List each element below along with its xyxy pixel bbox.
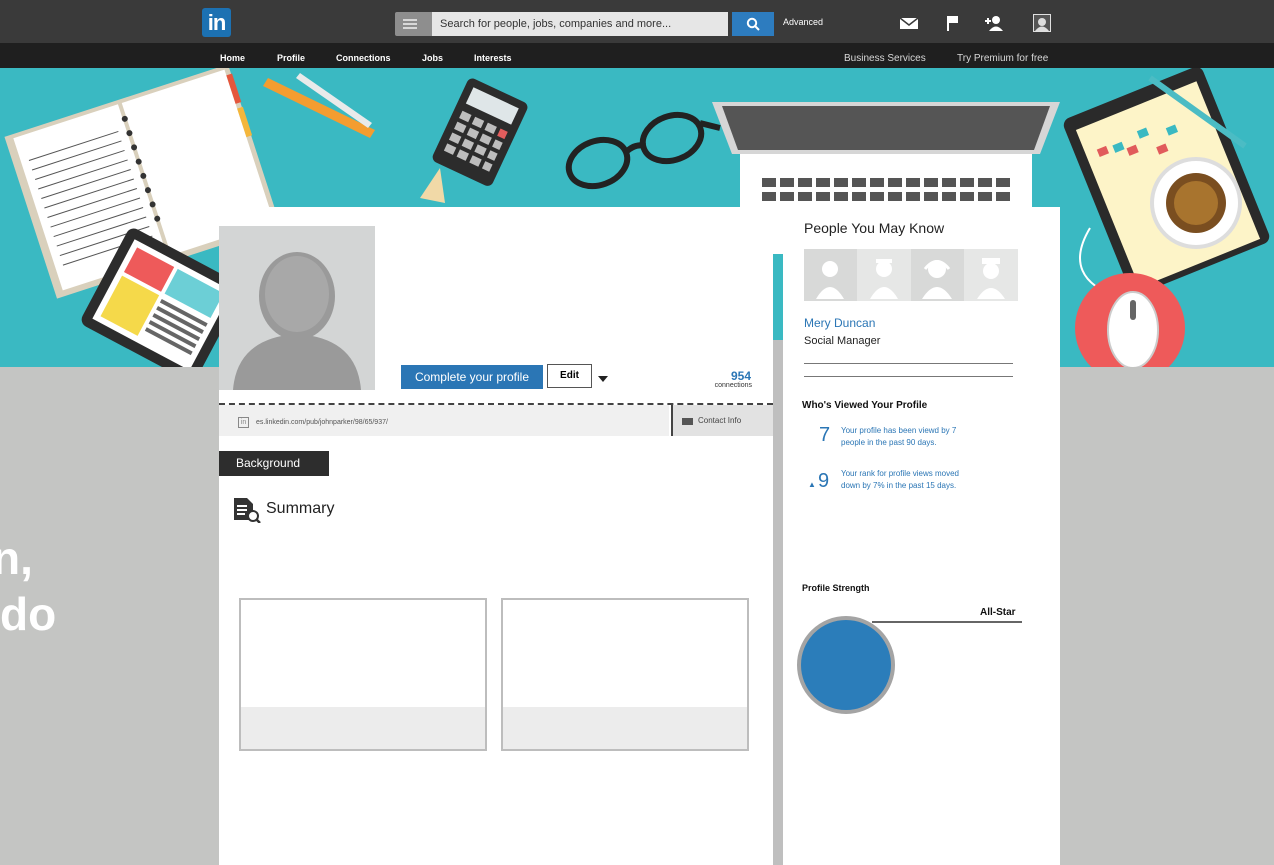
column-divider xyxy=(773,340,783,865)
add-connection-icon[interactable] xyxy=(984,14,1004,32)
rank-views-line-2: down by 7% in the past 15 days. xyxy=(841,481,957,490)
linkedin-small-icon: in xyxy=(238,417,249,428)
summary-heading: Summary xyxy=(266,500,335,517)
complete-profile-button[interactable]: Complete your profile xyxy=(401,365,543,389)
advanced-search-link[interactable]: Advanced xyxy=(783,17,823,27)
rank-views-count[interactable]: 9 xyxy=(818,470,829,493)
people-avatars xyxy=(804,249,1018,301)
contact-info-label[interactable]: Contact Info xyxy=(698,416,741,425)
document-search-icon xyxy=(234,498,261,523)
suggested-person-name[interactable]: Mery Duncan xyxy=(804,316,875,330)
nav-item-profile[interactable]: Profile xyxy=(277,53,305,63)
media-placeholder-card[interactable] xyxy=(239,598,487,751)
rank-views-line-1: Your rank for profile views moved xyxy=(841,469,959,478)
overlay-line-1: n, xyxy=(0,532,33,584)
linkedin-logo[interactable]: in xyxy=(202,8,231,37)
nav-item-jobs[interactable]: Jobs xyxy=(422,53,443,63)
profile-views-line-2: people in the past 90 days. xyxy=(841,438,937,447)
nav-business-services[interactable]: Business Services xyxy=(844,53,926,64)
sidebar-card xyxy=(783,207,1060,865)
nav-item-connections[interactable]: Connections xyxy=(336,53,391,63)
glasses-illustration xyxy=(565,111,721,190)
cropped-overlay-text: n, do xyxy=(0,530,56,642)
overlay-line-2: do xyxy=(0,588,57,640)
connections-label: connections xyxy=(714,382,752,389)
profile-strength-heading: Profile Strength xyxy=(802,583,870,593)
coffee-cup-illustration xyxy=(1150,157,1242,249)
rank-up-arrow-icon: ▲ xyxy=(808,480,816,489)
rank-views-text[interactable]: Your rank for profile views moved down b… xyxy=(841,468,981,492)
avatar-icon xyxy=(233,252,361,390)
divider-line xyxy=(804,376,1013,377)
people-you-may-know-heading: People You May Know xyxy=(804,220,945,236)
whos-viewed-heading: Who's Viewed Your Profile xyxy=(802,400,928,411)
chevron-down-icon[interactable] xyxy=(598,376,608,382)
search-icon xyxy=(746,17,760,31)
calculator-illustration xyxy=(432,78,528,186)
folder-icon xyxy=(682,418,693,425)
strength-pointer-line xyxy=(872,621,1022,623)
tab-background[interactable]: Background xyxy=(219,451,329,476)
media-placeholder-card[interactable] xyxy=(501,598,749,751)
nav-item-interests[interactable]: Interests xyxy=(474,53,512,63)
search-button[interactable] xyxy=(732,12,774,36)
divider-line xyxy=(804,363,1013,364)
profile-views-line-1: Your profile has been viewd by 7 xyxy=(841,426,957,435)
suggested-person-role: Social Manager xyxy=(804,335,881,347)
profile-views-count[interactable]: 7 xyxy=(819,424,830,447)
people-suggestions-strip xyxy=(804,249,1018,301)
pencil-illustration xyxy=(263,73,445,203)
public-profile-url[interactable]: es.linkedin.com/pub/johnparker/98/65/937… xyxy=(256,419,388,426)
profile-strength-meter[interactable] xyxy=(797,616,895,714)
profile-strength-level: All-Star xyxy=(980,607,1016,618)
search-category-button[interactable] xyxy=(395,12,432,36)
nav-item-home[interactable]: Home xyxy=(220,53,245,63)
account-icon[interactable] xyxy=(1032,14,1052,32)
flag-icon[interactable] xyxy=(942,14,962,32)
profile-views-text[interactable]: Your profile has been viewd by 7 people … xyxy=(841,425,981,449)
edit-button[interactable]: Edit xyxy=(547,364,592,388)
nav-bar xyxy=(0,43,1274,68)
search-input[interactable] xyxy=(432,12,728,36)
menu-icon xyxy=(403,19,417,21)
connections-count[interactable]: 954 xyxy=(700,369,751,383)
mail-icon[interactable] xyxy=(899,14,919,32)
profile-photo[interactable] xyxy=(219,226,375,390)
nav-try-premium[interactable]: Try Premium for free xyxy=(957,53,1048,64)
